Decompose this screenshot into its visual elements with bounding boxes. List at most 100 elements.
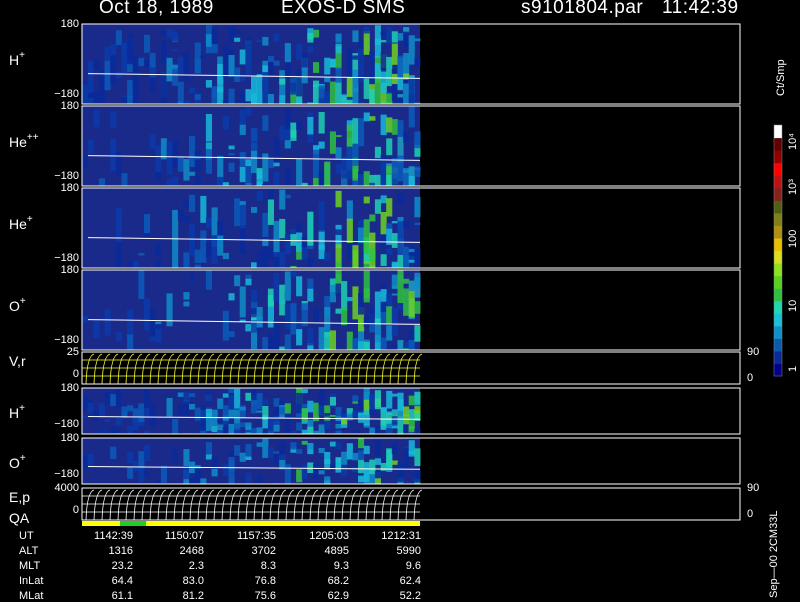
panel-2-species: He <box>9 216 27 232</box>
heatmap-cell <box>307 46 313 53</box>
colorbar-segment <box>774 263 782 276</box>
heatmap-cell <box>313 62 319 73</box>
panel-7-curve <box>238 490 246 520</box>
panel-7-ytick: 0 <box>73 504 79 516</box>
heatmap-cell <box>381 254 387 266</box>
heatmap-cell <box>403 32 409 48</box>
panel-4-curve <box>110 354 118 384</box>
colorbar-segment <box>774 276 782 289</box>
heatmap-cell <box>257 74 263 103</box>
heatmap-cell <box>347 443 353 459</box>
panel-7-curve <box>406 490 414 520</box>
heatmap-cell <box>138 253 144 256</box>
heatmap-cell <box>364 197 370 204</box>
heatmap-cell <box>375 318 381 323</box>
heatmap-cell <box>88 454 94 466</box>
panel-7-curve <box>254 490 262 520</box>
panel-3-ytick: 180 <box>61 264 79 276</box>
heatmap-cell <box>195 475 201 484</box>
heatmap-cell <box>116 332 122 341</box>
heatmap-cell <box>358 341 364 350</box>
heatmap-cell <box>330 397 336 406</box>
heatmap-cell <box>178 57 184 75</box>
heatmap-cell <box>116 151 122 175</box>
heatmap-cell <box>206 409 212 418</box>
heatmap-cell <box>155 324 161 329</box>
panel-4-curve <box>118 354 126 384</box>
heatmap-cell <box>324 77 330 82</box>
panel-7-curve <box>374 490 382 520</box>
heatmap-cell <box>206 114 212 142</box>
heatmap-cell <box>257 40 263 43</box>
heatmap-cell <box>381 195 387 203</box>
panel-5-ytick: −180 <box>54 418 79 430</box>
heatmap-cell <box>274 221 280 252</box>
panel-7-ytick: 4000 <box>55 482 79 494</box>
heatmap-cell <box>319 448 325 453</box>
heatmap-cell <box>319 142 325 149</box>
heatmap-cell <box>352 180 358 186</box>
heatmap-cell <box>381 212 387 234</box>
heatmap-cell <box>319 171 325 186</box>
heatmap-cell <box>381 407 387 413</box>
heatmap-cell <box>274 61 280 66</box>
heatmap-cell <box>290 234 296 246</box>
panel-4-curve <box>206 354 214 384</box>
heatmap-cell <box>274 407 280 415</box>
heatmap-cell <box>302 408 308 421</box>
heatmap-cell <box>183 159 189 181</box>
panel-4-label: V,r <box>9 353 26 369</box>
heatmap-cell <box>336 147 342 158</box>
heatmap-cell <box>341 281 347 311</box>
panel-7-curve <box>198 490 206 520</box>
heatmap-cell <box>319 470 325 474</box>
panel-7-curve <box>246 490 254 520</box>
panel-1-charge: ++ <box>27 132 39 143</box>
heatmap-cell <box>307 279 313 289</box>
header-time: 11:42:39 <box>662 0 739 19</box>
heatmap-cell <box>319 425 325 435</box>
heatmap-cell <box>409 246 415 260</box>
heatmap-cell <box>341 308 347 325</box>
heatmap-cell <box>82 84 88 103</box>
heatmap-cell <box>200 231 206 263</box>
colorbar-segment <box>774 125 782 138</box>
heatmap-cell <box>105 61 111 91</box>
heatmap-cell <box>178 157 184 171</box>
heatmap-cell <box>251 151 257 173</box>
heatmap-cell <box>93 320 99 339</box>
heatmap-cell <box>285 43 291 62</box>
panel-3-label: O+ <box>9 296 26 314</box>
heatmap-cell <box>358 228 364 243</box>
heatmap-cell <box>409 291 415 317</box>
panel-7-curve <box>182 490 190 520</box>
heatmap-cell <box>375 390 381 409</box>
footer-value: 62.9 <box>328 590 349 602</box>
panel-7-curve <box>134 490 142 520</box>
heatmap-cell <box>262 72 268 92</box>
panel-4-curve <box>278 354 286 384</box>
heatmap-cell <box>398 33 404 41</box>
heatmap-cell <box>178 393 184 397</box>
panel-7-curve <box>102 490 110 520</box>
panel-7-curve <box>230 490 238 520</box>
heatmap-cell <box>274 340 280 350</box>
heatmap-cell <box>268 188 274 199</box>
panel-4-ytick: 25 <box>67 346 79 358</box>
heatmap-cell <box>229 89 235 104</box>
footer-value: 9.6 <box>406 560 421 572</box>
heatmap-cell <box>285 464 291 470</box>
heatmap-cell <box>155 146 161 172</box>
heatmap-cell <box>336 309 342 314</box>
heatmap-cell <box>307 463 313 474</box>
heatmap-cell <box>364 411 370 426</box>
footer-value: 61.1 <box>112 590 133 602</box>
panel-4-ytick: 0 <box>73 368 79 380</box>
colorbar-segment <box>774 363 782 376</box>
heatmap-cell <box>375 78 381 104</box>
panel-4-curve <box>326 354 334 384</box>
heatmap-cell <box>127 405 133 411</box>
panel-4-curve <box>414 354 422 384</box>
panel-3-ytick: −180 <box>54 334 79 346</box>
heatmap-cell <box>414 166 420 177</box>
